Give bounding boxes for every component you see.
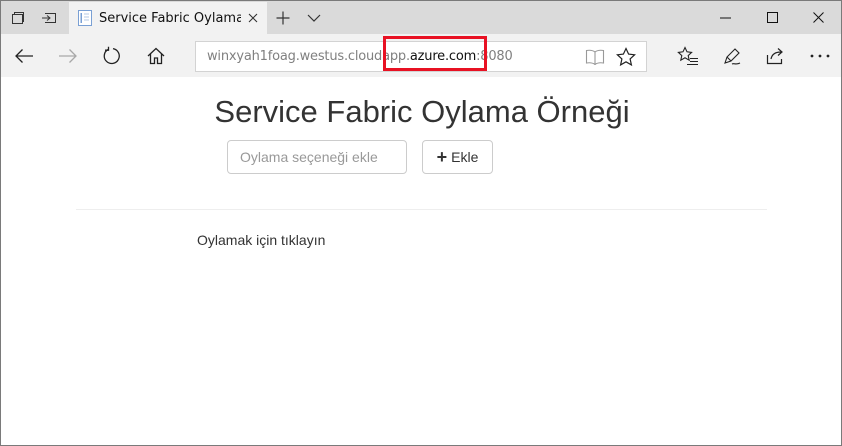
- vote-option-input[interactable]: [227, 140, 407, 174]
- tab-manager-icon[interactable]: [1, 1, 35, 34]
- refresh-icon: [103, 46, 120, 64]
- more-button[interactable]: [797, 34, 842, 77]
- chevron-down-icon: [307, 14, 321, 22]
- back-button[interactable]: [1, 34, 47, 77]
- url-highlight-box: [383, 36, 487, 71]
- share-button[interactable]: [753, 34, 799, 77]
- add-button-label: Ekle: [451, 149, 479, 165]
- page-favicon-icon: [78, 10, 92, 26]
- more-icon: [810, 54, 830, 57]
- new-tab-button[interactable]: [266, 1, 300, 34]
- plus-icon: [276, 11, 290, 24]
- maximize-button[interactable]: [749, 1, 795, 34]
- forward-arrow-icon: [59, 48, 77, 63]
- divider: [76, 209, 767, 210]
- favorites-hub-button[interactable]: [665, 34, 711, 77]
- page-content: Service Fabric Oylama Örneği + Ekle Oyla…: [1, 77, 841, 445]
- close-icon: [812, 12, 824, 23]
- active-tab[interactable]: Service Fabric Oylama Ö: [69, 2, 267, 34]
- home-icon: [147, 47, 165, 64]
- back-arrow-icon: [15, 48, 33, 63]
- plus-icon: +: [436, 147, 448, 167]
- reading-view-icon[interactable]: [583, 46, 607, 68]
- minimize-icon: [720, 17, 731, 18]
- pen-icon: [724, 47, 741, 65]
- favorites-hub-icon: [677, 45, 698, 65]
- home-button[interactable]: [133, 34, 179, 77]
- close-window-button[interactable]: [795, 1, 841, 34]
- url-prefix: winxyah1foag.westus.cloudapp.: [207, 49, 410, 64]
- set-aside-icon[interactable]: [32, 1, 66, 34]
- maximize-icon: [766, 12, 778, 23]
- refresh-button[interactable]: [89, 34, 135, 77]
- forward-button[interactable]: [45, 34, 91, 77]
- minimize-button[interactable]: [703, 1, 749, 34]
- tab-list-button[interactable]: [297, 1, 331, 34]
- tab-strip: Service Fabric Oylama Ö: [1, 1, 841, 34]
- share-icon: [766, 47, 783, 64]
- tab-title: Service Fabric Oylama Ö: [99, 10, 241, 26]
- star-icon[interactable]: [614, 46, 638, 68]
- add-button[interactable]: + Ekle: [422, 140, 493, 174]
- page-title: Service Fabric Oylama Örneği: [214, 94, 630, 129]
- notes-button[interactable]: [709, 34, 755, 77]
- close-tab-icon[interactable]: [243, 8, 263, 28]
- vote-prompt: Oylamak için tıklayın: [197, 232, 326, 248]
